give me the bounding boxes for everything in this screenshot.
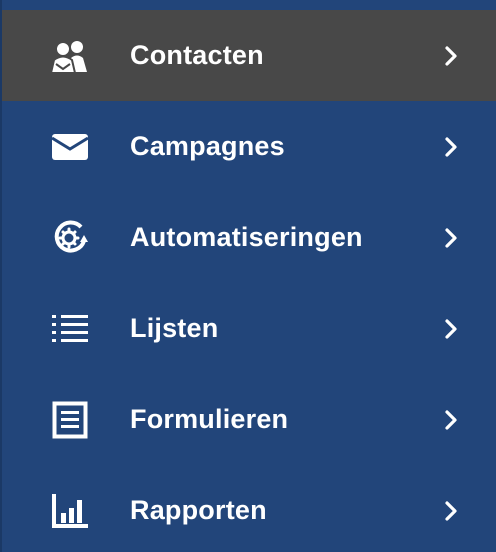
bar-chart-icon [50, 491, 90, 531]
sidebar-item-campagnes[interactable]: Campagnes [2, 101, 496, 192]
chevron-right-icon [440, 136, 462, 158]
chevron-right-icon [440, 227, 462, 249]
sidebar-item-lijsten[interactable]: Lijsten [2, 283, 496, 374]
chevron-right-icon [440, 318, 462, 340]
contacts-icon [50, 36, 90, 76]
list-icon [50, 309, 90, 349]
sidebar-item-formulieren[interactable]: Formulieren [2, 374, 496, 465]
sidebar-nav: Contacten Campagnes Automatiseringen Lij… [0, 0, 496, 552]
sidebar-item-label: Automatiseringen [130, 222, 363, 252]
sidebar-item-label: Formulieren [130, 404, 289, 434]
automation-gear-icon [50, 218, 90, 258]
sidebar-item-label: Contacten [130, 40, 264, 70]
sidebar-item-rapporten[interactable]: Rapporten [2, 465, 496, 552]
sidebar-item-contacten[interactable]: Contacten [2, 10, 496, 101]
sidebar-top-strip [2, 0, 496, 10]
sidebar-item-label: Rapporten [130, 495, 267, 525]
chevron-right-icon [440, 409, 462, 431]
envelope-icon [50, 127, 90, 167]
chevron-right-icon [440, 45, 462, 67]
chevron-right-icon [440, 500, 462, 522]
sidebar-item-label: Lijsten [130, 313, 219, 343]
form-icon [50, 400, 90, 440]
sidebar-item-label: Campagnes [130, 131, 285, 161]
sidebar-item-automatiseringen[interactable]: Automatiseringen [2, 192, 496, 283]
